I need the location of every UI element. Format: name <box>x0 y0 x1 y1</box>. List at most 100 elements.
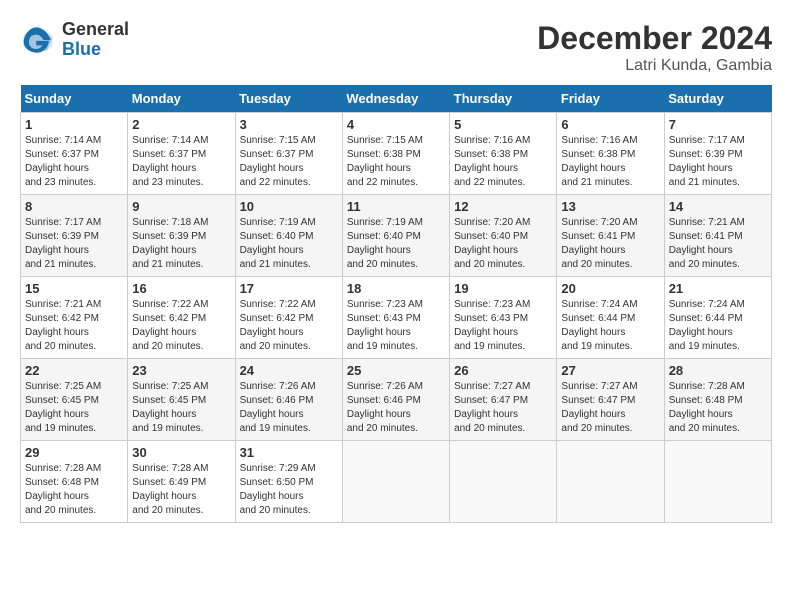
calendar-cell: 29 Sunrise: 7:28 AMSunset: 6:48 PMDaylig… <box>21 441 128 523</box>
calendar-cell: 18 Sunrise: 7:23 AMSunset: 6:43 PMDaylig… <box>342 277 449 359</box>
title-block: December 2024 Latri Kunda, Gambia <box>537 20 772 75</box>
calendar-cell: 12 Sunrise: 7:20 AMSunset: 6:40 PMDaylig… <box>450 195 557 277</box>
day-info: Sunrise: 7:14 AMSunset: 6:37 PMDaylight … <box>25 135 101 188</box>
day-number: 14 <box>669 199 767 214</box>
day-number: 16 <box>132 281 230 296</box>
logo-icon <box>20 22 56 58</box>
day-info: Sunrise: 7:14 AMSunset: 6:37 PMDaylight … <box>132 135 208 188</box>
day-number: 10 <box>240 199 338 214</box>
day-number: 5 <box>454 117 552 132</box>
calendar-cell: 24 Sunrise: 7:26 AMSunset: 6:46 PMDaylig… <box>235 359 342 441</box>
day-info: Sunrise: 7:25 AMSunset: 6:45 PMDaylight … <box>132 381 208 434</box>
calendar-cell: 22 Sunrise: 7:25 AMSunset: 6:45 PMDaylig… <box>21 359 128 441</box>
calendar-cell: 8 Sunrise: 7:17 AMSunset: 6:39 PMDayligh… <box>21 195 128 277</box>
day-info: Sunrise: 7:24 AMSunset: 6:44 PMDaylight … <box>561 299 637 352</box>
day-number: 31 <box>240 445 338 460</box>
calendar-cell: 21 Sunrise: 7:24 AMSunset: 6:44 PMDaylig… <box>664 277 771 359</box>
calendar-cell: 2 Sunrise: 7:14 AMSunset: 6:37 PMDayligh… <box>128 113 235 195</box>
calendar-day-header: Thursday <box>450 85 557 113</box>
calendar-cell: 14 Sunrise: 7:21 AMSunset: 6:41 PMDaylig… <box>664 195 771 277</box>
day-info: Sunrise: 7:15 AMSunset: 6:38 PMDaylight … <box>347 135 423 188</box>
day-number: 21 <box>669 281 767 296</box>
day-info: Sunrise: 7:15 AMSunset: 6:37 PMDaylight … <box>240 135 316 188</box>
calendar-cell <box>664 441 771 523</box>
calendar-cell: 15 Sunrise: 7:21 AMSunset: 6:42 PMDaylig… <box>21 277 128 359</box>
day-number: 26 <box>454 363 552 378</box>
day-number: 17 <box>240 281 338 296</box>
day-info: Sunrise: 7:18 AMSunset: 6:39 PMDaylight … <box>132 217 208 270</box>
day-number: 12 <box>454 199 552 214</box>
calendar-day-header: Friday <box>557 85 664 113</box>
day-info: Sunrise: 7:22 AMSunset: 6:42 PMDaylight … <box>240 299 316 352</box>
calendar-cell: 5 Sunrise: 7:16 AMSunset: 6:38 PMDayligh… <box>450 113 557 195</box>
day-number: 7 <box>669 117 767 132</box>
day-info: Sunrise: 7:25 AMSunset: 6:45 PMDaylight … <box>25 381 101 434</box>
calendar-cell: 11 Sunrise: 7:19 AMSunset: 6:40 PMDaylig… <box>342 195 449 277</box>
calendar-cell <box>557 441 664 523</box>
calendar-cell: 27 Sunrise: 7:27 AMSunset: 6:47 PMDaylig… <box>557 359 664 441</box>
day-number: 15 <box>25 281 123 296</box>
day-info: Sunrise: 7:23 AMSunset: 6:43 PMDaylight … <box>454 299 530 352</box>
page-header: General Blue December 2024 Latri Kunda, … <box>20 20 772 75</box>
calendar-day-header: Sunday <box>21 85 128 113</box>
day-number: 1 <box>25 117 123 132</box>
calendar-week-row: 22 Sunrise: 7:25 AMSunset: 6:45 PMDaylig… <box>21 359 772 441</box>
day-number: 19 <box>454 281 552 296</box>
calendar-cell: 17 Sunrise: 7:22 AMSunset: 6:42 PMDaylig… <box>235 277 342 359</box>
calendar-cell: 26 Sunrise: 7:27 AMSunset: 6:47 PMDaylig… <box>450 359 557 441</box>
day-number: 30 <box>132 445 230 460</box>
calendar-header-row: SundayMondayTuesdayWednesdayThursdayFrid… <box>21 85 772 113</box>
calendar-cell: 4 Sunrise: 7:15 AMSunset: 6:38 PMDayligh… <box>342 113 449 195</box>
day-info: Sunrise: 7:19 AMSunset: 6:40 PMDaylight … <box>347 217 423 270</box>
calendar-week-row: 15 Sunrise: 7:21 AMSunset: 6:42 PMDaylig… <box>21 277 772 359</box>
calendar-table: SundayMondayTuesdayWednesdayThursdayFrid… <box>20 85 772 523</box>
day-number: 24 <box>240 363 338 378</box>
day-info: Sunrise: 7:21 AMSunset: 6:41 PMDaylight … <box>669 217 745 270</box>
calendar-cell <box>450 441 557 523</box>
calendar-cell: 6 Sunrise: 7:16 AMSunset: 6:38 PMDayligh… <box>557 113 664 195</box>
day-info: Sunrise: 7:17 AMSunset: 6:39 PMDaylight … <box>25 217 101 270</box>
calendar-week-row: 8 Sunrise: 7:17 AMSunset: 6:39 PMDayligh… <box>21 195 772 277</box>
day-number: 27 <box>561 363 659 378</box>
calendar-week-row: 1 Sunrise: 7:14 AMSunset: 6:37 PMDayligh… <box>21 113 772 195</box>
day-info: Sunrise: 7:26 AMSunset: 6:46 PMDaylight … <box>347 381 423 434</box>
day-info: Sunrise: 7:22 AMSunset: 6:42 PMDaylight … <box>132 299 208 352</box>
day-number: 25 <box>347 363 445 378</box>
calendar-cell: 10 Sunrise: 7:19 AMSunset: 6:40 PMDaylig… <box>235 195 342 277</box>
day-info: Sunrise: 7:20 AMSunset: 6:41 PMDaylight … <box>561 217 637 270</box>
day-info: Sunrise: 7:16 AMSunset: 6:38 PMDaylight … <box>561 135 637 188</box>
calendar-cell: 16 Sunrise: 7:22 AMSunset: 6:42 PMDaylig… <box>128 277 235 359</box>
day-number: 28 <box>669 363 767 378</box>
calendar-cell <box>342 441 449 523</box>
calendar-cell: 28 Sunrise: 7:28 AMSunset: 6:48 PMDaylig… <box>664 359 771 441</box>
day-number: 13 <box>561 199 659 214</box>
calendar-cell: 3 Sunrise: 7:15 AMSunset: 6:37 PMDayligh… <box>235 113 342 195</box>
day-info: Sunrise: 7:17 AMSunset: 6:39 PMDaylight … <box>669 135 745 188</box>
calendar-day-header: Saturday <box>664 85 771 113</box>
day-number: 23 <box>132 363 230 378</box>
logo: General Blue <box>20 20 129 60</box>
calendar-day-header: Wednesday <box>342 85 449 113</box>
day-info: Sunrise: 7:27 AMSunset: 6:47 PMDaylight … <box>561 381 637 434</box>
calendar-cell: 7 Sunrise: 7:17 AMSunset: 6:39 PMDayligh… <box>664 113 771 195</box>
day-info: Sunrise: 7:28 AMSunset: 6:48 PMDaylight … <box>669 381 745 434</box>
day-info: Sunrise: 7:27 AMSunset: 6:47 PMDaylight … <box>454 381 530 434</box>
day-info: Sunrise: 7:26 AMSunset: 6:46 PMDaylight … <box>240 381 316 434</box>
calendar-cell: 20 Sunrise: 7:24 AMSunset: 6:44 PMDaylig… <box>557 277 664 359</box>
calendar-cell: 23 Sunrise: 7:25 AMSunset: 6:45 PMDaylig… <box>128 359 235 441</box>
day-info: Sunrise: 7:24 AMSunset: 6:44 PMDaylight … <box>669 299 745 352</box>
day-info: Sunrise: 7:20 AMSunset: 6:40 PMDaylight … <box>454 217 530 270</box>
day-number: 11 <box>347 199 445 214</box>
calendar-cell: 31 Sunrise: 7:29 AMSunset: 6:50 PMDaylig… <box>235 441 342 523</box>
day-number: 9 <box>132 199 230 214</box>
day-info: Sunrise: 7:16 AMSunset: 6:38 PMDaylight … <box>454 135 530 188</box>
day-info: Sunrise: 7:23 AMSunset: 6:43 PMDaylight … <box>347 299 423 352</box>
day-number: 8 <box>25 199 123 214</box>
calendar-cell: 1 Sunrise: 7:14 AMSunset: 6:37 PMDayligh… <box>21 113 128 195</box>
day-number: 20 <box>561 281 659 296</box>
day-info: Sunrise: 7:28 AMSunset: 6:48 PMDaylight … <box>25 463 101 516</box>
day-number: 29 <box>25 445 123 460</box>
calendar-day-header: Tuesday <box>235 85 342 113</box>
location: Latri Kunda, Gambia <box>537 57 772 75</box>
day-info: Sunrise: 7:19 AMSunset: 6:40 PMDaylight … <box>240 217 316 270</box>
